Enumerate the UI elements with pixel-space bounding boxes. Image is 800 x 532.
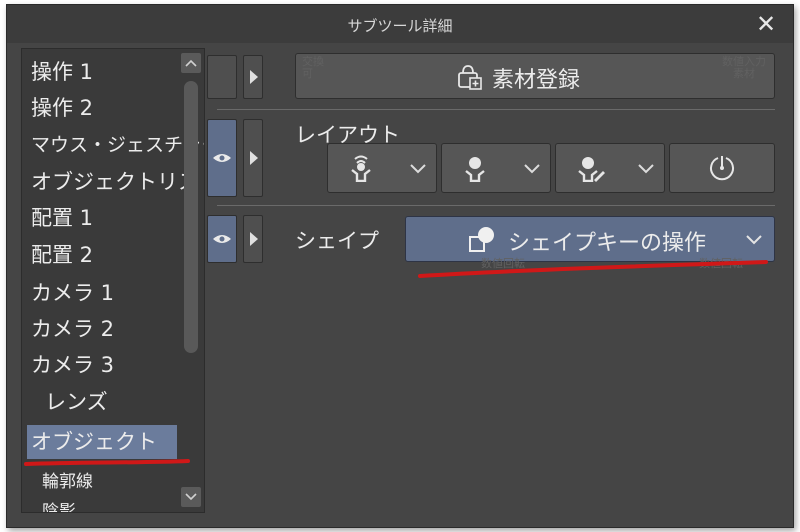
close-icon[interactable]: ✕ — [753, 11, 779, 37]
list-item[interactable]: カメラ 3 — [22, 348, 183, 382]
list-item[interactable]: 操作 1 — [22, 55, 183, 89]
chevron-down-icon — [524, 164, 540, 174]
eye-icon — [213, 154, 231, 162]
expand-arrow-icon[interactable] — [243, 119, 263, 197]
list-item[interactable]: 操作 2 — [22, 91, 183, 125]
layout-dropdown-3[interactable] — [555, 143, 665, 193]
divider — [217, 205, 775, 206]
title-bar: サブツール詳細 ✕ — [7, 5, 793, 43]
list-item[interactable]: オブジェクトリスト — [22, 165, 204, 199]
list-item-selected[interactable]: オブジェクト — [27, 425, 177, 459]
subtool-detail-window: サブツール詳細 ✕ 操作 1 操作 2 マウス・ジェスチャー オブジェクトリスト… — [6, 4, 794, 528]
register-material-label: 素材登録 — [492, 68, 581, 93]
window-title: サブツール詳細 — [347, 17, 453, 35]
reset-rotation-button[interactable] — [669, 143, 775, 193]
register-material-button[interactable]: 交換 可 数値入力 素材 素材登録 — [295, 53, 775, 99]
scroll-down-icon[interactable] — [181, 487, 201, 507]
shape-key-dropdown-label: シェイプキーの操作 — [508, 231, 707, 256]
visibility-toggle-empty[interactable] — [207, 55, 237, 99]
eye-icon — [213, 235, 231, 243]
rotation-dial-icon — [710, 156, 734, 181]
pose-figure-icon — [351, 155, 371, 182]
visibility-toggle[interactable] — [207, 119, 237, 197]
faint-text: 数値回転 — [699, 257, 743, 270]
visibility-toggle[interactable] — [207, 215, 237, 263]
chevron-down-icon — [410, 164, 426, 174]
list-item[interactable]: カメラ 1 — [22, 276, 183, 310]
list-scrollbar[interactable] — [181, 53, 201, 507]
divider — [217, 109, 775, 110]
list-item[interactable]: カメラ 2 — [22, 312, 183, 346]
list-item[interactable]: マウス・ジェスチャー — [22, 128, 204, 162]
list-item[interactable]: レンズ — [22, 385, 197, 419]
faint-text: 数値入力 素材 — [722, 55, 766, 80]
shape-label: シェイプ — [295, 229, 379, 253]
faint-text: 数値回転 — [481, 257, 525, 270]
figure-edit-icon — [578, 157, 605, 182]
expand-arrow-icon[interactable] — [243, 215, 263, 263]
expand-arrow-icon[interactable] — [243, 55, 263, 99]
scroll-thumb[interactable] — [184, 81, 198, 353]
list-item[interactable]: 配置 1 — [22, 201, 183, 235]
chevron-down-icon — [746, 235, 762, 245]
scroll-up-icon[interactable] — [181, 53, 201, 73]
chevron-down-icon — [638, 164, 654, 174]
shape-key-icon — [469, 227, 494, 252]
layout-dropdown-1[interactable] — [327, 143, 437, 193]
list-item[interactable]: 陰影 — [22, 495, 194, 512]
faint-text: 交換 可 — [302, 55, 324, 80]
material-bag-icon — [458, 65, 482, 90]
list-item[interactable]: 輪郭線 — [22, 465, 194, 499]
layout-dropdown-2[interactable] — [441, 143, 551, 193]
list-item[interactable]: 配置 2 — [22, 238, 183, 272]
figure-front-icon — [465, 157, 485, 182]
category-list: 操作 1 操作 2 マウス・ジェスチャー オブジェクトリスト 配置 1 配置 2… — [21, 48, 205, 513]
